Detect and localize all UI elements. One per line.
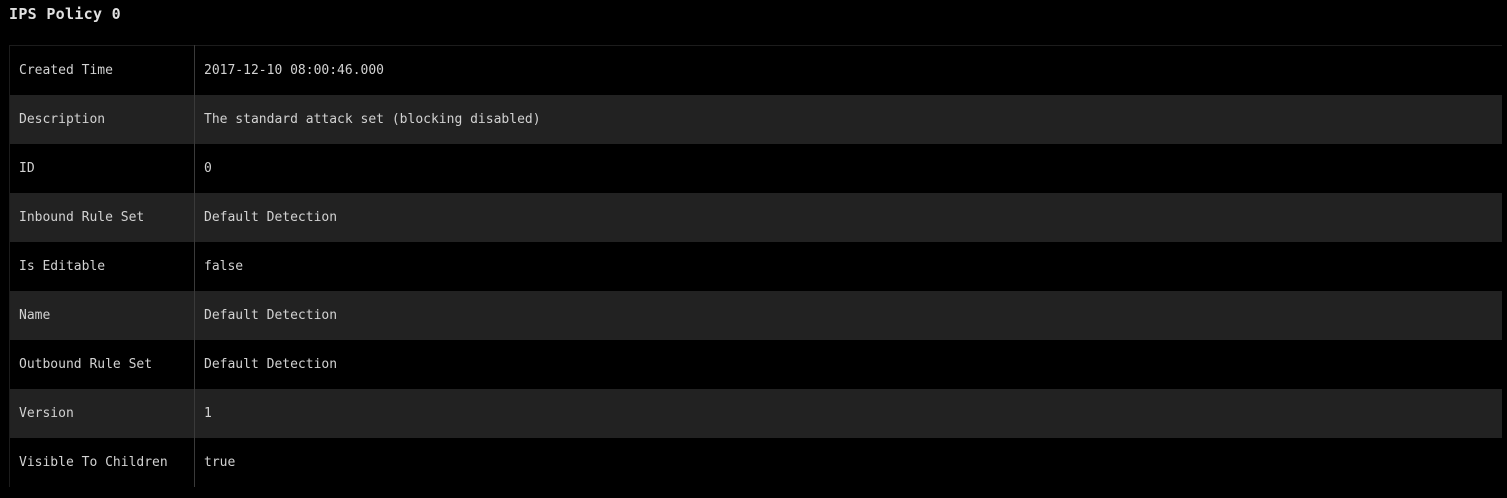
table-row: Name Default Detection [9,290,1502,340]
table-row: Created Time 2017-12-10 08:00:46.000 [9,45,1502,95]
table-row: Inbound Rule Set Default Detection [9,192,1502,242]
property-key: Version [9,388,195,438]
property-value: 2017-12-10 08:00:46.000 [204,62,385,78]
page-title: IPS Policy 0 [9,5,121,23]
property-value: 1 [204,405,212,421]
property-key: Is Editable [9,241,195,291]
property-value: false [204,258,244,274]
property-key: Name [9,290,195,340]
table-row: Description The standard attack set (blo… [9,94,1502,144]
properties-table: Created Time 2017-12-10 08:00:46.000 Des… [9,45,1502,487]
property-value: true [204,454,236,470]
property-key: Created Time [9,45,195,95]
table-row: Version 1 [9,388,1502,438]
property-value: Default Detection [204,356,338,372]
property-key: Outbound Rule Set [9,339,195,389]
table-row: Outbound Rule Set Default Detection [9,339,1502,389]
property-value: Default Detection [204,307,338,323]
table-row: ID 0 [9,143,1502,193]
property-value: 0 [204,160,212,176]
property-key: Description [9,94,195,144]
property-value: Default Detection [204,209,338,225]
property-key: Inbound Rule Set [9,192,195,242]
property-key: ID [9,143,195,193]
table-row: Visible To Children true [9,437,1502,487]
property-key: Visible To Children [9,437,195,487]
property-value: The standard attack set (blocking disabl… [204,111,541,127]
table-row: Is Editable false [9,241,1502,291]
